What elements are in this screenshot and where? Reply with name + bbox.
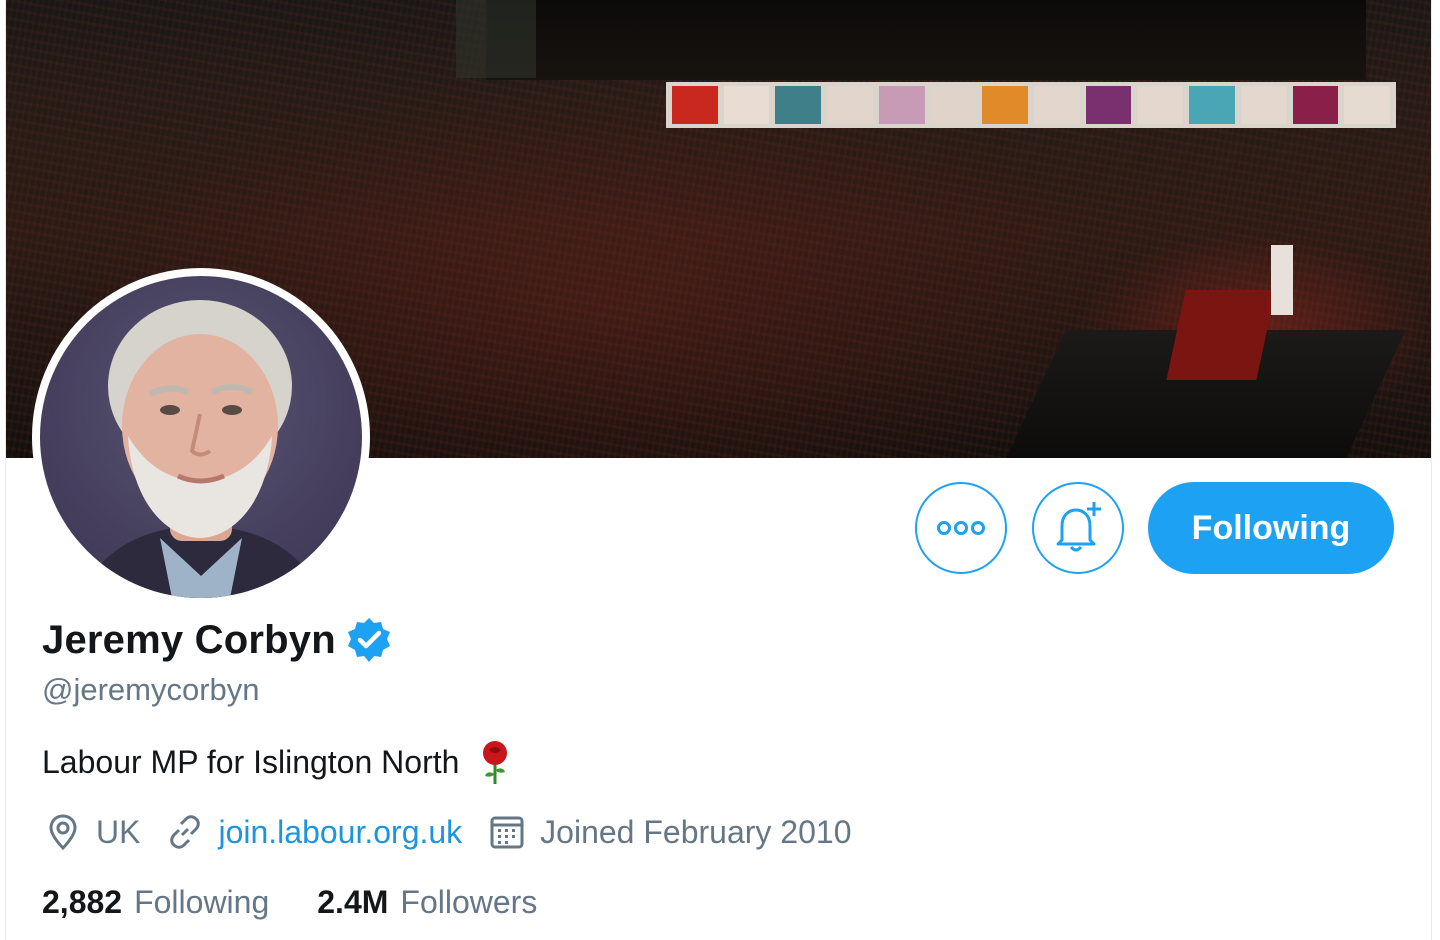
- banner-roof-beam: [456, 0, 536, 78]
- followers-count: 2.4M: [317, 883, 389, 920]
- location-item: UK: [44, 813, 140, 851]
- link-icon: [170, 815, 201, 849]
- following-label: Following: [134, 883, 270, 920]
- banner-stage: [1166, 290, 1276, 380]
- profile-bio: Labour MP for Islington North: [42, 740, 513, 784]
- followers-stat-link[interactable]: 2.4M Followers: [317, 884, 537, 921]
- profile-stats-row: 2,882 Following 2.4M Followers: [42, 878, 585, 926]
- website-link[interactable]: join.labour.org.uk: [218, 814, 462, 851]
- following-stat-link[interactable]: 2,882 Following: [42, 884, 269, 921]
- location-pin-icon: [49, 814, 77, 851]
- right-border: [1431, 0, 1440, 940]
- verified-badge-icon: [347, 618, 390, 662]
- avatar[interactable]: [32, 268, 370, 606]
- joined-text: Joined February 2010: [540, 813, 852, 850]
- banner-roof: [486, 0, 1366, 80]
- display-name: Jeremy Corbyn: [42, 617, 336, 662]
- more-options-button[interactable]: [915, 482, 1007, 574]
- joined-item: Joined February 2010: [488, 813, 851, 851]
- profile-handle: @jeremycorbyn: [42, 672, 260, 707]
- bell-plus-icon: [1056, 502, 1101, 552]
- location-text: UK: [96, 813, 141, 850]
- rose-icon: [483, 741, 508, 784]
- followers-label: Followers: [400, 883, 538, 920]
- following-button[interactable]: Following: [1148, 482, 1394, 574]
- profile-page: Following Jeremy Corbyn @jeremycorbyn La…: [0, 0, 1440, 940]
- profile-meta-row: UK join.labour.org.uk Joined February 20…: [44, 808, 877, 856]
- website-item: join.labour.org.uk: [166, 813, 462, 851]
- banner-sign-strip: [666, 82, 1396, 128]
- banner-podium: [1271, 245, 1293, 315]
- avatar-portrait-drawing: [80, 300, 322, 598]
- more-dots-icon: [937, 521, 985, 535]
- avatar-photo: [40, 276, 362, 598]
- calendar-icon: [490, 816, 524, 849]
- notifications-button[interactable]: [1032, 482, 1124, 574]
- bio-text: Labour MP for Islington North: [42, 743, 460, 780]
- name-row: Jeremy Corbyn: [42, 612, 394, 668]
- following-count: 2,882: [42, 883, 123, 920]
